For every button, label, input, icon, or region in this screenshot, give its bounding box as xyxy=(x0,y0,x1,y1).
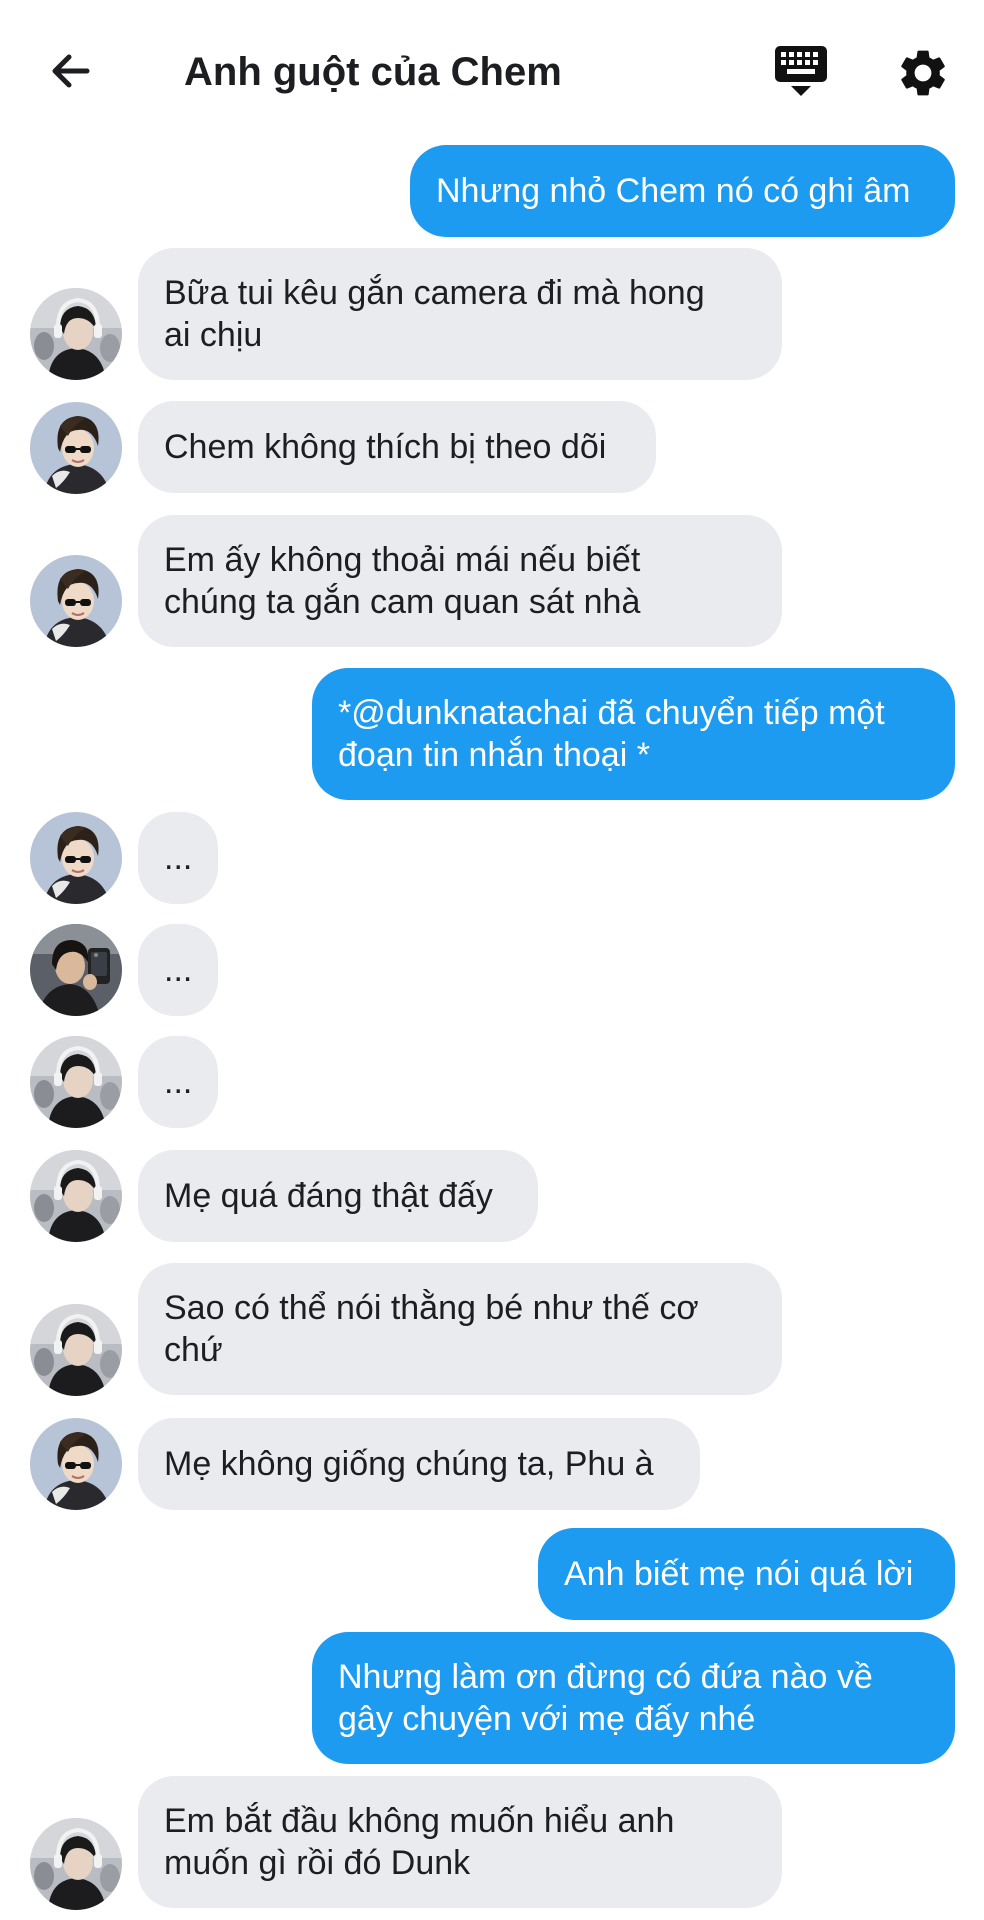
avatar[interactable] xyxy=(30,402,122,494)
message-bubble[interactable]: *@dunknatachai đã chuyển tiếp một đoạn t… xyxy=(312,668,955,800)
message-bubble[interactable]: Mẹ không giống chúng ta, Phu à xyxy=(138,1418,700,1510)
message-bubble[interactable]: ... xyxy=(138,1036,218,1128)
message-bubble[interactable]: Mẹ quá đáng thật đấy xyxy=(138,1150,538,1242)
message-bubble[interactable]: Sao có thể nói thằng bé như thế cơ chứ xyxy=(138,1263,782,1395)
message-bubble[interactable]: Em bắt đầu không muốn hiểu anh muốn gì r… xyxy=(138,1776,782,1908)
message-bubble[interactable]: ... xyxy=(138,812,218,904)
avatar[interactable] xyxy=(30,288,122,380)
message-list[interactable]: Nhưng nhỏ Chem nó có ghi âm Bữa tui kêu … xyxy=(0,0,984,1920)
avatar[interactable] xyxy=(30,1818,122,1910)
avatar[interactable] xyxy=(30,1150,122,1242)
avatar[interactable] xyxy=(30,924,122,1016)
message-bubble[interactable]: ... xyxy=(138,924,218,1016)
avatar[interactable] xyxy=(30,1304,122,1396)
message-bubble[interactable]: Nhưng nhỏ Chem nó có ghi âm xyxy=(410,145,955,237)
message-bubble[interactable]: Em ấy không thoải mái nếu biết chúng ta … xyxy=(138,515,782,647)
avatar[interactable] xyxy=(30,1036,122,1128)
avatar[interactable] xyxy=(30,555,122,647)
avatar[interactable] xyxy=(30,1418,122,1510)
message-bubble[interactable]: Nhưng làm ơn đừng có đứa nào về gây chuy… xyxy=(312,1632,955,1764)
avatar[interactable] xyxy=(30,812,122,904)
message-bubble[interactable]: Chem không thích bị theo dõi xyxy=(138,401,656,493)
message-bubble[interactable]: Anh biết mẹ nói quá lời xyxy=(538,1528,955,1620)
message-bubble[interactable]: Bữa tui kêu gắn camera đi mà hong ai chị… xyxy=(138,248,782,380)
